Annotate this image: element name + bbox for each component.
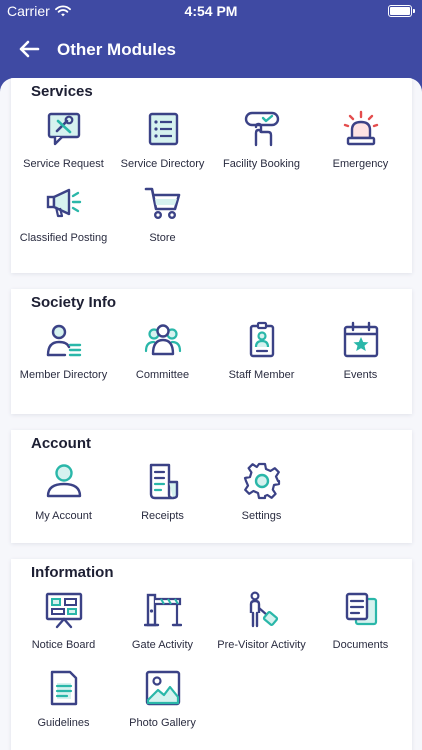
module-facility-booking[interactable]: Facility Booking bbox=[212, 110, 311, 184]
staff-badge-icon bbox=[249, 321, 275, 358]
module-label: Gate Activity bbox=[131, 639, 194, 651]
member-directory-icon bbox=[46, 324, 82, 357]
module-label: Service Directory bbox=[120, 158, 205, 170]
modules-list[interactable]: Services Service Request Service Directo… bbox=[0, 78, 422, 750]
module-label: Classified Posting bbox=[19, 232, 108, 244]
section-title: Account bbox=[31, 435, 91, 452]
module-label: Service Request bbox=[23, 158, 104, 170]
page-title: Other Modules bbox=[57, 40, 177, 59]
module-classified-posting[interactable]: Classified Posting bbox=[14, 184, 113, 258]
module-label: Pre-Visitor Activity bbox=[217, 639, 306, 651]
battery-icon bbox=[388, 5, 415, 17]
module-guidelines[interactable]: Guidelines bbox=[14, 669, 113, 743]
module-staff-member[interactable]: Staff Member bbox=[212, 321, 311, 395]
section-information: Information Notice Board Gate Activity P… bbox=[11, 559, 412, 750]
module-service-request[interactable]: Service Request bbox=[14, 110, 113, 184]
module-label: Emergency bbox=[332, 158, 389, 170]
module-label: Settings bbox=[241, 510, 282, 522]
committee-icon bbox=[144, 324, 182, 356]
documents-icon bbox=[345, 592, 378, 626]
module-member-directory[interactable]: Member Directory bbox=[14, 321, 113, 395]
section-society-info: Society Info Member Directory Committee … bbox=[11, 289, 412, 414]
module-documents[interactable]: Documents bbox=[311, 591, 410, 665]
module-label: Member Directory bbox=[19, 369, 108, 381]
module-emergency[interactable]: Emergency bbox=[311, 110, 410, 184]
module-label: Photo Gallery bbox=[129, 717, 196, 729]
service-request-icon bbox=[47, 112, 81, 146]
module-label: Receipts bbox=[141, 510, 184, 522]
module-label: Store bbox=[149, 232, 176, 244]
module-gate-activity[interactable]: Gate Activity bbox=[113, 591, 212, 665]
user-icon bbox=[46, 464, 82, 498]
module-receipts[interactable]: Receipts bbox=[113, 462, 212, 536]
module-label: Facility Booking bbox=[222, 158, 301, 170]
section-title: Services bbox=[31, 83, 93, 100]
module-committee[interactable]: Committee bbox=[113, 321, 212, 395]
module-my-account[interactable]: My Account bbox=[14, 462, 113, 536]
emergency-siren-icon bbox=[343, 110, 379, 146]
section-title: Society Info bbox=[31, 294, 117, 311]
section-services: Services Service Request Service Directo… bbox=[11, 78, 412, 273]
back-arrow-icon[interactable] bbox=[18, 38, 40, 60]
module-label: Documents bbox=[332, 639, 389, 651]
module-store[interactable]: Store bbox=[113, 184, 212, 258]
photo-gallery-icon bbox=[145, 670, 181, 706]
calendar-star-icon bbox=[343, 321, 379, 358]
section-title: Information bbox=[31, 564, 114, 581]
module-events[interactable]: Events bbox=[311, 321, 410, 395]
guidelines-icon bbox=[50, 670, 78, 706]
gear-icon bbox=[243, 462, 281, 500]
facility-booking-icon bbox=[244, 111, 280, 147]
service-directory-icon bbox=[148, 112, 179, 146]
notice-board-icon bbox=[45, 592, 83, 629]
module-pre-visitor-activity[interactable]: Pre-Visitor Activity bbox=[212, 591, 311, 665]
module-settings[interactable]: Settings bbox=[212, 462, 311, 536]
section-account: Account My Account Receipts Settings bbox=[11, 430, 412, 543]
gate-barrier-icon bbox=[144, 593, 182, 627]
module-label: Notice Board bbox=[31, 639, 96, 651]
status-bar: Carrier 4:54 PM bbox=[0, 0, 422, 22]
megaphone-icon bbox=[46, 188, 82, 218]
shopping-cart-icon bbox=[144, 187, 181, 220]
navigation-bar: Other Modules bbox=[0, 34, 422, 66]
module-notice-board[interactable]: Notice Board bbox=[14, 591, 113, 665]
receipt-icon bbox=[149, 463, 179, 500]
module-photo-gallery[interactable]: Photo Gallery bbox=[113, 669, 212, 743]
module-label: Events bbox=[343, 369, 378, 381]
visitor-luggage-icon bbox=[249, 591, 279, 628]
module-service-directory[interactable]: Service Directory bbox=[113, 110, 212, 184]
module-label: Committee bbox=[135, 369, 190, 381]
status-time: 4:54 PM bbox=[184, 3, 238, 19]
module-label: Guidelines bbox=[37, 717, 90, 729]
module-label: Staff Member bbox=[228, 369, 295, 381]
module-label: My Account bbox=[35, 510, 92, 522]
